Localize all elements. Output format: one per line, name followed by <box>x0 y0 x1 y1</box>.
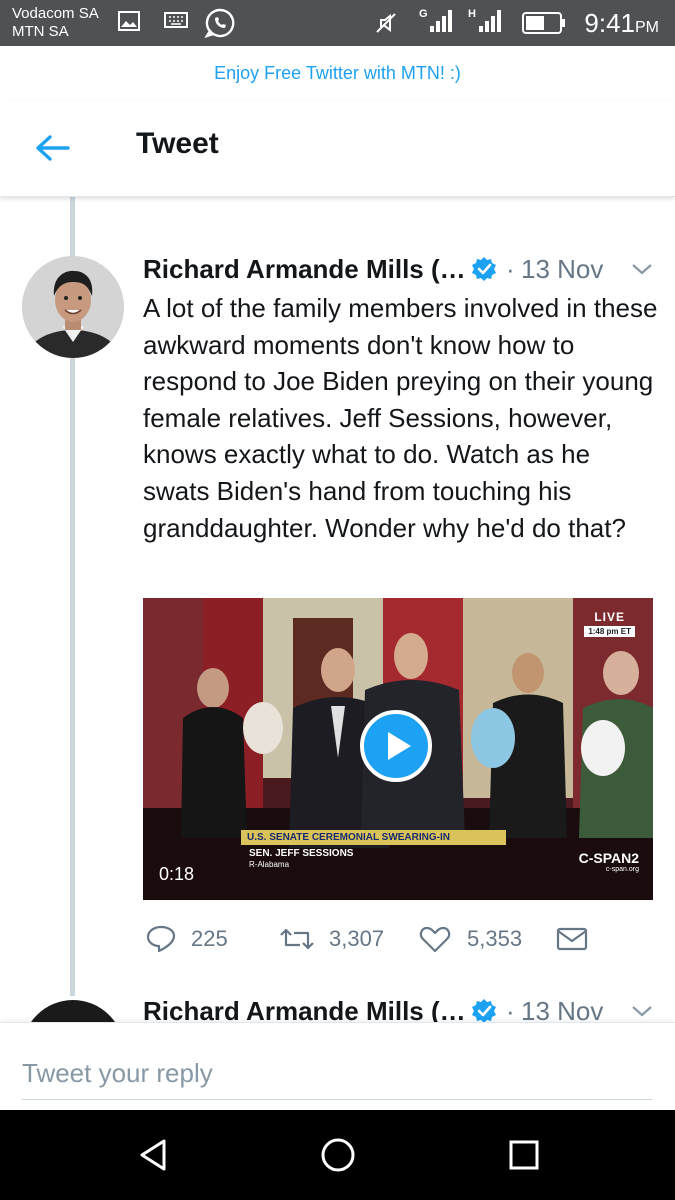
verified-badge-icon <box>472 999 496 1022</box>
reply-composer <box>0 1022 675 1111</box>
network-url: c-span.org <box>605 866 639 873</box>
play-button[interactable] <box>360 710 432 782</box>
reply-icon <box>146 925 176 953</box>
play-icon <box>388 732 411 760</box>
back-arrow-icon <box>36 135 70 161</box>
whatsapp-icon <box>204 8 235 39</box>
tweet-date[interactable]: 13 Nov <box>521 254 603 285</box>
profile-photo <box>22 256 124 358</box>
network-logo: C-SPAN2 c-span.org <box>579 850 639 873</box>
keyboard-icon <box>164 12 188 28</box>
avatar[interactable] <box>22 256 124 358</box>
promo-banner[interactable]: Enjoy Free Twitter with MTN! :) <box>0 46 675 100</box>
battery-icon <box>522 12 565 34</box>
retweet-icon <box>280 928 314 950</box>
nav-back-button[interactable] <box>134 1135 174 1175</box>
retweet-count: 3,307 <box>329 926 385 951</box>
image-icon <box>118 11 140 31</box>
network-label-h: H <box>468 8 476 20</box>
tweet-actions: 225 3,307 5,353 <box>143 920 653 960</box>
tweet-header: Richard Armande Mills (… · 13 Nov <box>143 996 663 1022</box>
avatar[interactable] <box>22 1000 124 1022</box>
live-indicator: LIVE 1:48 pm ET <box>584 610 635 637</box>
live-time: 1:48 pm ET <box>584 626 635 637</box>
signal-icon: G <box>419 8 452 32</box>
meta-separator: · <box>506 996 515 1022</box>
carrier-line-2: MTN SA <box>12 23 69 40</box>
reply-count: 225 <box>191 926 228 951</box>
tweet-date[interactable]: 13 Nov <box>521 996 603 1022</box>
nav-recents-button[interactable] <box>504 1135 544 1175</box>
envelope-icon <box>556 927 588 951</box>
next-tweet[interactable]: Richard Armande Mills (… · 13 Nov <box>0 994 675 1022</box>
triangle-back-icon <box>140 1139 166 1171</box>
network-name: C-SPAN2 <box>578 850 639 866</box>
circle-home-icon <box>321 1138 355 1172</box>
retweet-button[interactable]: 3,307 <box>279 920 409 960</box>
tweet-text: A lot of the family members involved in … <box>143 293 658 543</box>
app-header: Tweet <box>0 100 675 197</box>
back-button[interactable] <box>30 126 74 170</box>
signal-icon: H <box>468 8 501 32</box>
network-label-g: G <box>419 8 428 20</box>
like-button[interactable]: 5,353 <box>419 920 549 960</box>
meta-separator: · <box>506 254 515 284</box>
clock-time: 9:41 <box>584 8 635 38</box>
reply-input[interactable] <box>22 1047 652 1100</box>
share-button[interactable] <box>555 920 595 960</box>
verified-badge-icon <box>472 257 496 281</box>
author-name[interactable]: Richard Armande Mills (… <box>143 254 466 285</box>
video-duration: 0:18 <box>159 864 195 884</box>
heart-icon <box>419 926 451 953</box>
nav-home-button[interactable] <box>318 1135 358 1175</box>
author-name[interactable]: Richard Armande Mills (… <box>143 996 466 1022</box>
page-title: Tweet <box>136 127 219 160</box>
clock: 9:41PM <box>584 8 659 39</box>
system-nav-bar <box>0 1110 675 1200</box>
mute-icon <box>376 13 396 33</box>
video-player[interactable]: LIVE 1:48 pm ET U.S. SENATE CEREMONIAL S… <box>143 598 653 900</box>
tweet-header: Richard Armande Mills (… · 13 Nov <box>143 254 663 286</box>
carrier-line-1: Vodacom SA <box>12 5 99 22</box>
live-label: LIVE <box>594 610 625 624</box>
video-banner: U.S. SENATE CEREMONIAL SWEARING-IN <box>241 830 506 845</box>
like-count: 5,353 <box>467 926 523 951</box>
chevron-down-icon[interactable] <box>631 1004 653 1018</box>
chevron-down-icon[interactable] <box>631 262 653 276</box>
carrier-label: Vodacom SA MTN SA <box>12 5 99 41</box>
video-caption-state: R-Alabama <box>249 860 290 869</box>
video-caption-name: SEN. JEFF SESSIONS <box>249 848 354 859</box>
clock-ampm: PM <box>635 19 659 36</box>
square-recents-icon <box>509 1140 539 1170</box>
reply-button[interactable]: 225 <box>143 920 253 960</box>
video-lower-third: U.S. SENATE CEREMONIAL SWEARING-IN SEN. … <box>241 830 506 870</box>
status-bar: Vodacom SA MTN SA G H 9:41PM <box>0 0 675 46</box>
